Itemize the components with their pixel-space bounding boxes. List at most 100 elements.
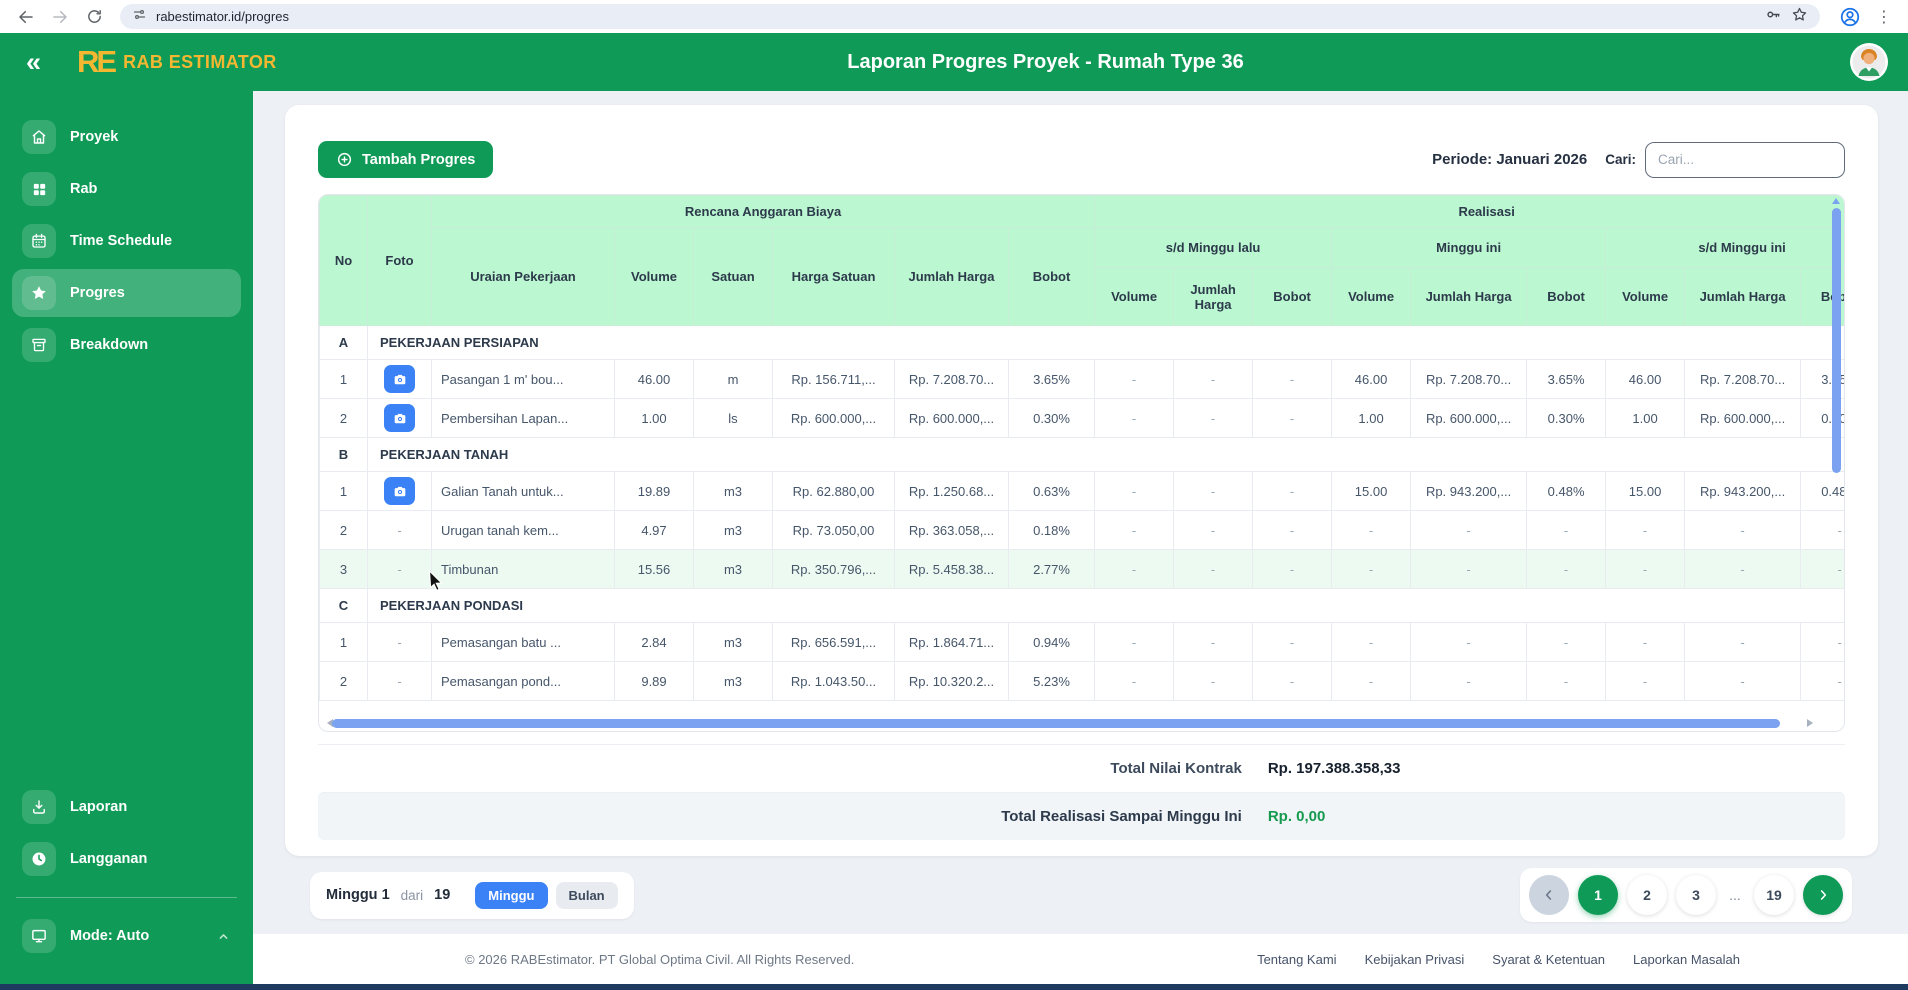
- table-row[interactable]: 1- Pemasangan batu ... 2.84 m3 Rp. 656.591,.…: [319, 622, 1844, 662]
- cell: Rp. 350.796,...: [772, 549, 895, 589]
- cell: Rp. 1.250.68...: [894, 471, 1009, 511]
- page-button-2[interactable]: 2: [1627, 875, 1667, 915]
- sidebar-item-rab[interactable]: Rab: [12, 165, 241, 213]
- back-icon[interactable]: [14, 5, 38, 29]
- cell: Rp. 1.043.50...: [772, 661, 895, 701]
- cell: -: [1526, 661, 1607, 701]
- add-progress-label: Tambah Progres: [362, 151, 476, 168]
- table-row[interactable]: 3- Timbunan 15.56 m3 Rp. 350.796,... Rp. 5.45…: [319, 549, 1844, 589]
- footer-link-laporkan-masalah[interactable]: Laporkan Masalah: [1633, 952, 1740, 967]
- table-row[interactable]: 1 Galian Tanah untuk... 19.89 m3 Rp. 62.880,…: [319, 471, 1844, 511]
- cell: -: [1410, 622, 1528, 662]
- page-button-3[interactable]: 3: [1676, 875, 1716, 915]
- reload-icon[interactable]: [82, 5, 106, 29]
- browser-menu-icon[interactable]: ⋮: [1872, 7, 1896, 27]
- table-row[interactable]: 1 Pasangan 1 m' bou... 46.00 m Rp. 156.711,.…: [319, 359, 1844, 399]
- vertical-scrollbar[interactable]: [1832, 198, 1841, 714]
- bookmark-star-icon[interactable]: [1791, 6, 1808, 28]
- photo-camera-button[interactable]: [384, 365, 415, 393]
- photo-camera-button[interactable]: [384, 477, 415, 505]
- cell: Rp. 943.200,...: [1684, 471, 1802, 511]
- cell: ls: [693, 398, 773, 438]
- logo-mark: RE: [77, 44, 117, 79]
- sidebar-item-label: Laporan: [70, 799, 128, 815]
- forward-icon[interactable]: [48, 5, 72, 29]
- cell: Timbunan: [431, 549, 615, 589]
- cell: Rp. 73.050,00: [772, 510, 895, 550]
- vertical-scrollbar-thumb[interactable]: [1832, 208, 1841, 474]
- photo-camera-button[interactable]: [384, 404, 415, 432]
- cell: m: [693, 359, 773, 399]
- pagination-row: Minggu 1 dari 19 Minggu Bulan 1 2 3... 19: [285, 868, 1878, 922]
- site-settings-icon[interactable]: [132, 7, 147, 27]
- sidebar-item-proyek[interactable]: Proyek: [12, 113, 241, 161]
- cell: -: [1094, 622, 1175, 662]
- cell: 46.00: [1331, 359, 1412, 399]
- search-input[interactable]: [1645, 141, 1845, 178]
- sidebar-bottom: Laporan Langganan Mode: Auto: [0, 779, 253, 964]
- sidebar-item-langganan[interactable]: Langganan: [12, 835, 241, 883]
- col-header-jumlah-harga: Jumlah Harga: [1173, 267, 1254, 326]
- table-row[interactable]: 2 Pembersihan Lapan... 1.00 ls Rp. 600.000,.…: [319, 398, 1844, 438]
- next-page-button[interactable]: [1803, 875, 1843, 915]
- sidebar-nav: Proyek Rab Time Schedule Progres Breakdown: [0, 109, 253, 373]
- cell: -: [1094, 359, 1175, 399]
- section-title: PEKERJAAN TANAH: [366, 437, 1844, 472]
- cell: m3: [693, 549, 773, 589]
- add-progress-button[interactable]: Tambah Progres: [318, 141, 494, 178]
- page-button-19[interactable]: 19: [1754, 875, 1794, 915]
- sidebar-item-time-schedule[interactable]: Time Schedule: [12, 217, 241, 265]
- sidebar-item-label: Proyek: [70, 129, 119, 145]
- cell: 2.84: [614, 622, 694, 662]
- cell: -: [1094, 510, 1175, 550]
- footer-link-tentang-kami[interactable]: Tentang Kami: [1257, 952, 1337, 967]
- cell: -: [1684, 510, 1802, 550]
- page-button-1[interactable]: 1: [1578, 875, 1618, 915]
- sidebar-item-progres[interactable]: Progres: [12, 269, 241, 317]
- sidebar-collapse-button[interactable]: «: [26, 48, 41, 76]
- cell: 3: [319, 549, 368, 589]
- cell: 2: [319, 661, 368, 701]
- prev-page-button[interactable]: [1529, 875, 1569, 915]
- cell: -: [1252, 661, 1333, 701]
- cell: 3.65%: [1007, 359, 1096, 399]
- url-text[interactable]: rabestimator.id/progres: [156, 9, 289, 24]
- cell: -: [1173, 510, 1254, 550]
- horizontal-scrollbar[interactable]: [327, 719, 1821, 728]
- section-row: C PEKERJAAN PONDASI: [319, 588, 1844, 623]
- sidebar-item-breakdown[interactable]: Breakdown: [12, 321, 241, 369]
- user-avatar[interactable]: [1850, 43, 1888, 81]
- section-code: A: [319, 325, 368, 360]
- cell: m3: [693, 471, 773, 511]
- password-key-icon[interactable]: [1765, 6, 1782, 28]
- cell: Rp. 363.058,...: [894, 510, 1009, 550]
- cell-foto: -: [367, 661, 432, 701]
- profile-icon[interactable]: [1838, 5, 1862, 29]
- toggle-bulan-button[interactable]: Bulan: [555, 881, 618, 909]
- footer: © 2026 RABEstimator. PT Global Optima Ci…: [253, 934, 1908, 984]
- col-header-foto: Foto: [367, 195, 432, 326]
- cell: -: [1252, 398, 1333, 438]
- address-bar[interactable]: rabestimator.id/progres: [120, 4, 1820, 29]
- cell: 15.00: [1605, 471, 1686, 511]
- page-ellipsis: ...: [1729, 887, 1741, 903]
- archive-icon: [22, 328, 56, 362]
- table-row[interactable]: 2- Pemasangan pond... 9.89 m3 Rp. 1.043.50..…: [319, 661, 1844, 701]
- cell: -: [1094, 398, 1175, 438]
- footer-link-syarat-ketentuan[interactable]: Syarat & Ketentuan: [1492, 952, 1605, 967]
- col-header-bobot: Bobot: [1007, 227, 1096, 326]
- sidebar-item-laporan[interactable]: Laporan: [12, 783, 241, 831]
- cell: Rp. 7.208.70...: [894, 359, 1009, 399]
- horizontal-scrollbar-thumb[interactable]: [332, 719, 1781, 728]
- footer-link-kebijakan-privasi[interactable]: Kebijakan Privasi: [1365, 952, 1465, 967]
- sidebar-item-mode[interactable]: Mode: Auto: [12, 912, 241, 960]
- cell: Rp. 7.208.70...: [1684, 359, 1802, 399]
- cell: -: [1526, 622, 1607, 662]
- cell: -: [1605, 622, 1686, 662]
- toggle-minggu-button[interactable]: Minggu: [475, 881, 548, 909]
- table-row[interactable]: 2- Urugan tanah kem... 4.97 m3 Rp. 73.050,00…: [319, 510, 1844, 550]
- cell: 0.48%: [1526, 471, 1607, 511]
- total-contract-label: Total Nilai Kontrak: [1110, 760, 1242, 777]
- cell: Rp. 7.208.70...: [1410, 359, 1528, 399]
- cell: -: [1410, 549, 1528, 589]
